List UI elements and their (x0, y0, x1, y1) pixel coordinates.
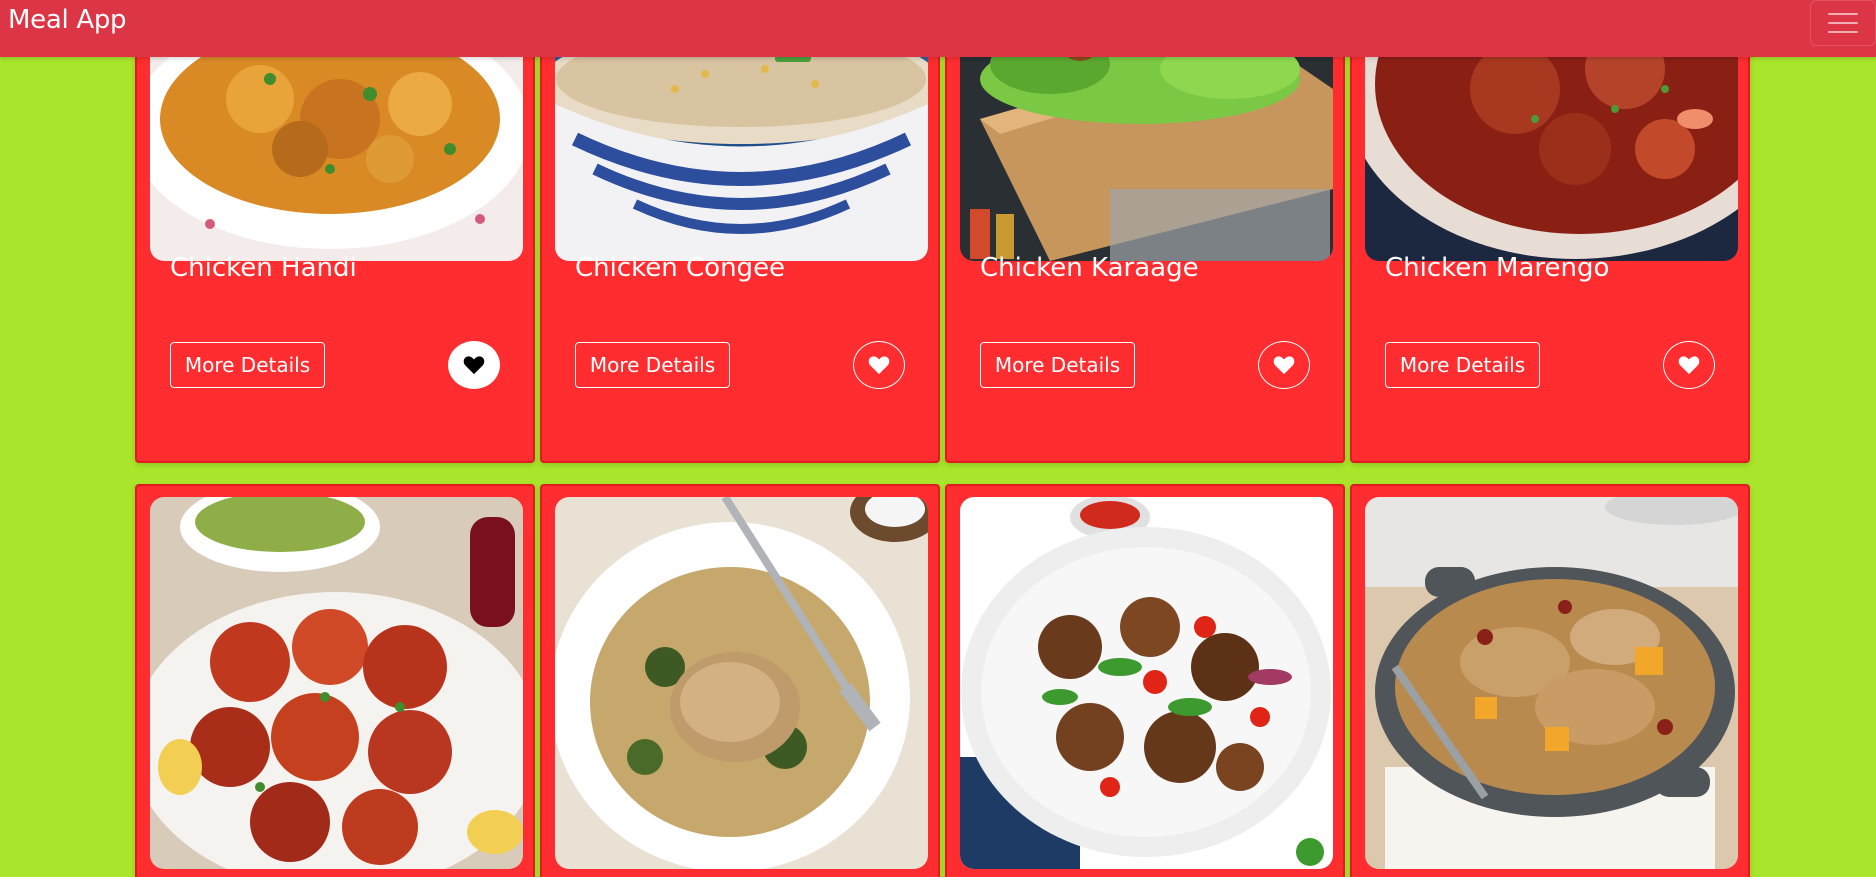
meal-card: Chicken Karaage More Details (945, 0, 1345, 463)
chicken-paella-photo (1365, 497, 1738, 869)
more-details-button[interactable]: More Details (575, 342, 730, 388)
meal-title: Chicken Karaage (980, 253, 1199, 283)
heart-icon (463, 356, 485, 375)
kung-pao-chicken-photo (960, 497, 1333, 869)
heart-icon (1273, 356, 1295, 375)
meal-title: Chicken Handi (170, 253, 357, 283)
meal-card (945, 484, 1345, 877)
meal-title: Chicken Congee (575, 253, 786, 283)
meal-title: Chicken Marengo (1385, 253, 1610, 283)
heart-icon (868, 356, 890, 375)
meal-card: Chicken Marengo More Details (1350, 0, 1750, 463)
chicken-couscous-photo (555, 497, 928, 869)
more-details-button[interactable]: More Details (980, 342, 1135, 388)
favorite-button[interactable] (853, 341, 905, 389)
navbar: Meal App (0, 0, 1876, 57)
meal-card (135, 484, 535, 877)
hamburger-menu-icon[interactable] (1810, 0, 1876, 46)
heart-icon (1678, 356, 1700, 375)
meal-card: Chicken Congee More Details (540, 0, 940, 463)
more-details-button[interactable]: More Details (170, 342, 325, 388)
brand-logo[interactable]: Meal App (8, 5, 127, 35)
favorite-button[interactable] (448, 341, 500, 389)
meal-card (540, 484, 940, 877)
favorite-button[interactable] (1663, 341, 1715, 389)
more-details-button[interactable]: More Details (1385, 342, 1540, 388)
tandoori-chicken-photo (150, 497, 523, 869)
meal-card: Chicken Handi More Details (135, 0, 535, 463)
favorite-button[interactable] (1258, 341, 1310, 389)
meal-card (1350, 484, 1750, 877)
